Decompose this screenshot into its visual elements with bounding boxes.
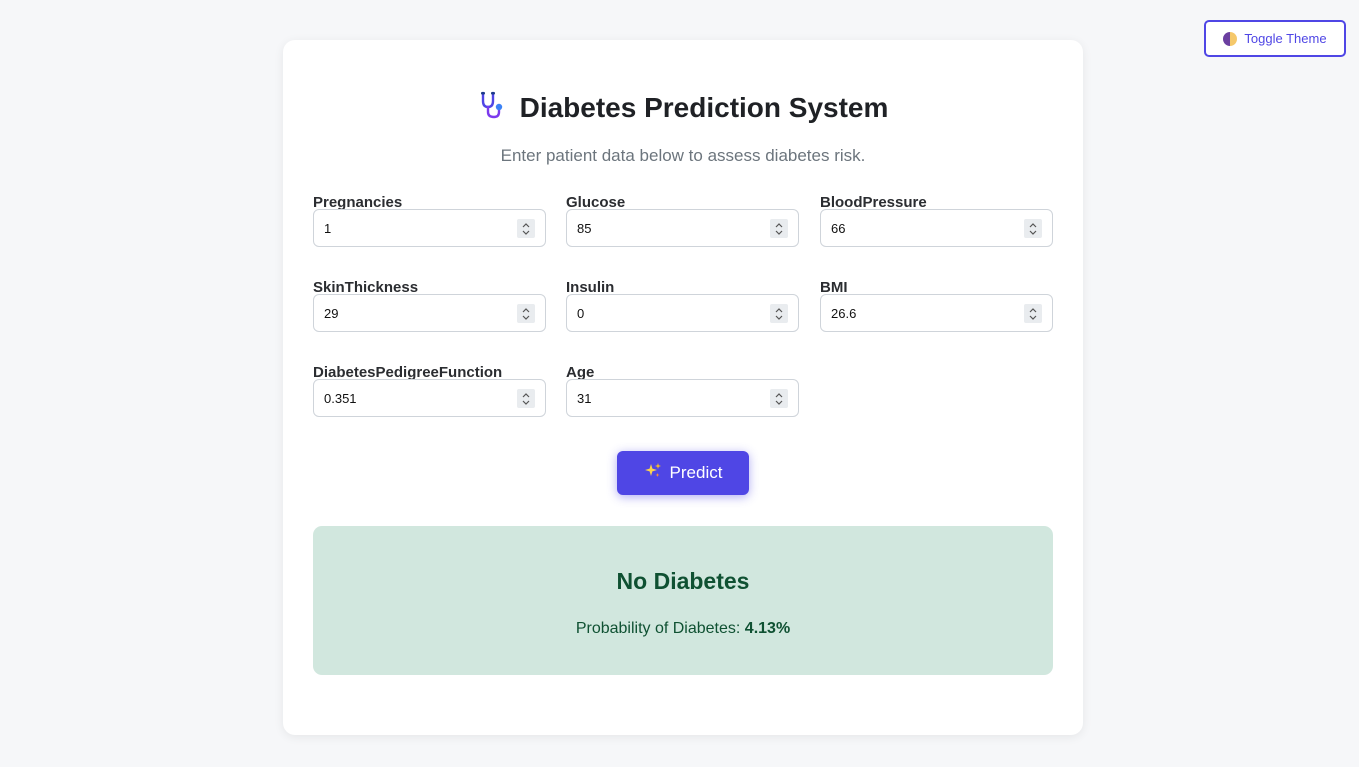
number-stepper[interactable] <box>770 389 788 408</box>
field-age: Age 31 <box>566 363 799 417</box>
bloodpressure-input[interactable]: 66 <box>820 209 1053 247</box>
probability-value: 4.13% <box>744 620 791 637</box>
input-value: 0.351 <box>324 390 357 406</box>
input-value: 66 <box>831 220 846 236</box>
number-stepper[interactable] <box>1024 219 1042 238</box>
input-value: 0 <box>577 305 585 321</box>
number-stepper[interactable] <box>1024 304 1042 323</box>
bmi-input[interactable]: 26.6 <box>820 294 1053 332</box>
number-stepper[interactable] <box>517 219 535 238</box>
probability-label: Probability of Diabetes: <box>575 620 741 637</box>
number-stepper[interactable] <box>517 389 535 408</box>
prediction-card: Diabetes Prediction System Enter patient… <box>283 40 1083 735</box>
field-bloodpressure: BloodPressure 66 <box>820 193 1053 247</box>
page-subtitle: Enter patient data below to assess diabe… <box>500 146 866 165</box>
moon-icon <box>1223 31 1238 46</box>
glucose-input[interactable]: 85 <box>566 209 799 247</box>
input-value: 85 <box>577 220 592 236</box>
field-diabetespedigreefunction: DiabetesPedigreeFunction 0.351 <box>313 363 546 417</box>
field-bmi: BMI 26.6 <box>820 278 1053 332</box>
input-value: 31 <box>577 390 592 406</box>
input-value: 1 <box>324 220 332 236</box>
diabetespedigreefunction-input[interactable]: 0.351 <box>313 379 546 417</box>
number-stepper[interactable] <box>770 304 788 323</box>
input-value: 29 <box>324 305 339 321</box>
field-pregnancies: Pregnancies 1 <box>313 193 546 247</box>
number-stepper[interactable] <box>770 219 788 238</box>
toggle-theme-label: Toggle Theme <box>1244 31 1327 46</box>
input-value: 26.6 <box>831 305 857 321</box>
result-panel: No Diabetes Probability of Diabetes: 4.1… <box>313 526 1053 675</box>
field-glucose: Glucose 85 <box>566 193 799 247</box>
age-input[interactable]: 31 <box>566 379 799 417</box>
predict-button[interactable]: Predict <box>617 451 749 495</box>
title-row: Diabetes Prediction System <box>283 90 1083 125</box>
insulin-input[interactable]: 0 <box>566 294 799 332</box>
result-heading: No Diabetes <box>616 568 750 594</box>
toggle-theme-button[interactable]: Toggle Theme <box>1204 20 1346 57</box>
page-title: Diabetes Prediction System <box>519 91 889 123</box>
sparkles-icon <box>644 462 662 485</box>
field-insulin: Insulin 0 <box>566 278 799 332</box>
predict-label: Predict <box>669 463 723 482</box>
stethoscope-icon <box>478 90 508 125</box>
skinthickness-input[interactable]: 29 <box>313 294 546 332</box>
result-probability: Probability of Diabetes: 4.13% <box>313 620 1053 638</box>
pregnancies-input[interactable]: 1 <box>313 209 546 247</box>
field-skinthickness: SkinThickness 29 <box>313 278 546 332</box>
number-stepper[interactable] <box>517 304 535 323</box>
